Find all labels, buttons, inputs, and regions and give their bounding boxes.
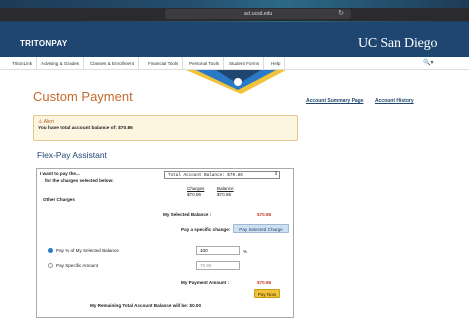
nav-item-help[interactable]: Help xyxy=(267,57,286,70)
pay-specific-amount-radio[interactable] xyxy=(48,263,53,268)
remaining-balance-text: My Remaining Total Account Balance will … xyxy=(90,303,202,308)
balance-select[interactable]: Total Account Balance: $70.86 xyxy=(164,171,280,179)
nav-item-advising-grades[interactable]: Advising & Grades xyxy=(37,57,85,70)
pay-specific-change-label: Pay a specific change: xyxy=(181,227,231,232)
nav-item-classes-enrollment[interactable]: Classes & Enrollment xyxy=(86,57,139,70)
charges-column-header: Charges xyxy=(187,186,205,191)
my-payment-amount-value: $70.86 xyxy=(257,280,272,285)
my-selected-balance-label: My Selected Balance : xyxy=(163,212,212,217)
pay-label: I want to pay the... xyxy=(40,171,80,176)
pay-selected-charge-button[interactable]: Pay Selected Charge xyxy=(233,224,289,233)
page-title: Custom Payment xyxy=(33,89,133,104)
chevron-down-icon[interactable]: ⇕ xyxy=(274,171,278,177)
my-selected-balance-value: $70.86 xyxy=(257,212,272,217)
ucsd-logo[interactable]: UC San Diego xyxy=(358,36,437,52)
pay-percent-label: Pay % of My Selected Balance xyxy=(56,248,119,253)
nav-item-personal-tools[interactable]: Personal Tools xyxy=(185,57,225,70)
charges-value: $70.86 xyxy=(187,192,202,197)
charges-label: for the charges selected below: xyxy=(45,178,114,183)
percent-input[interactable]: 100 xyxy=(196,246,240,255)
my-payment-amount-label: My Payment Amount : xyxy=(181,280,230,285)
address-bar[interactable]: act.ucsd.edu xyxy=(165,9,351,19)
balance-column-header: Balance xyxy=(217,186,234,191)
other-charges-row[interactable]: Other Charges xyxy=(43,197,75,202)
pay-percent-radio[interactable] xyxy=(48,248,53,253)
nav-item-financial-tools[interactable]: Financial Tools xyxy=(144,57,184,70)
decorative-banner-icon xyxy=(186,70,286,94)
nav-item-student-forms[interactable]: Student Forms xyxy=(225,57,265,70)
specific-amount-input[interactable]: 70.86 xyxy=(196,261,240,270)
percent-symbol: % xyxy=(243,249,248,254)
reload-icon[interactable]: ↻ xyxy=(336,9,346,19)
pay-now-button[interactable]: Pay Now xyxy=(254,289,280,298)
nav-item-tritonlink[interactable]: TritonLink xyxy=(8,57,37,70)
tritonpay-logo[interactable]: TRITONPAY xyxy=(20,39,67,48)
search-icon[interactable]: 🔍▾ xyxy=(423,57,433,70)
balance-value: $70.86 xyxy=(217,192,232,197)
pay-specific-amount-label: Pay Specific Amount xyxy=(56,263,99,268)
alert-title: ⚠ Alert xyxy=(38,119,54,125)
account-history-link[interactable]: Account History xyxy=(375,98,414,104)
alert-text: You have total account balance of: $70.8… xyxy=(38,126,133,131)
account-summary-link[interactable]: Account Summary Page xyxy=(306,98,364,104)
flex-pay-title: Flex-Pay Assistant xyxy=(37,150,107,160)
main-nav: TritonLink Advising & Grades Classes & E… xyxy=(0,57,469,70)
